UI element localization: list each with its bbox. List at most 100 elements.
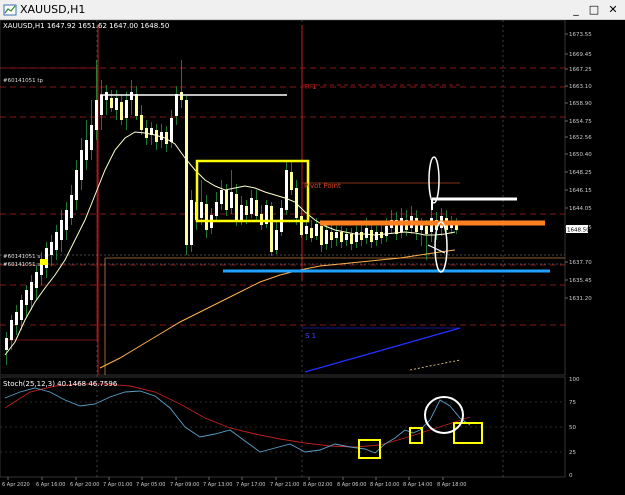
candle-body <box>290 172 293 190</box>
osc-label: 75 <box>569 400 576 406</box>
time-label: 8 Apr 10:00 <box>370 482 399 488</box>
candle-body <box>35 272 38 288</box>
minimize-button[interactable]: _ <box>568 2 584 18</box>
candle-body <box>455 225 458 230</box>
price-label: 1652.56 <box>569 135 592 141</box>
candle-body <box>30 282 33 300</box>
candle-body <box>235 194 238 220</box>
price-label: 1667.25 <box>569 67 592 73</box>
candle-body <box>335 232 338 238</box>
time-label: 6 Apr 20:00 <box>70 482 99 488</box>
close-button[interactable]: ✕ <box>605 2 621 18</box>
candle-body <box>325 230 328 244</box>
candle-body <box>130 92 133 100</box>
candle-body <box>260 214 263 225</box>
candle-body <box>60 220 63 240</box>
price-label: 1646.15 <box>569 188 592 194</box>
time-label: 8 Apr 06:00 <box>337 482 366 488</box>
candle-body <box>330 232 333 240</box>
candle-body <box>360 232 363 240</box>
candle-body <box>225 190 228 210</box>
candle-body <box>425 226 428 234</box>
candle-body <box>300 216 303 235</box>
r1-label: R 1 <box>305 83 317 91</box>
candle-body <box>255 200 258 216</box>
candle-body <box>80 150 83 180</box>
time-label: 8 Apr 02:00 <box>303 482 332 488</box>
price-axis: 1673.55 1669.45 1667.25 1663.10 1658.90 1654.… <box>565 32 592 302</box>
candle-body <box>65 210 68 230</box>
price-label: 1637.70 <box>569 260 592 266</box>
candle-body <box>310 228 313 238</box>
price-label: 1631.20 <box>569 296 592 302</box>
candle-body <box>100 95 103 115</box>
candle-body <box>305 226 308 234</box>
time-label: 7 Apr 09:00 <box>170 482 199 488</box>
candle-body <box>75 170 78 200</box>
price-chart[interactable]: R 1 Pivot Point S 1 #60141051 tp #601410… <box>0 19 625 491</box>
time-label: 8 Apr 14:00 <box>403 482 432 488</box>
order-label[interactable]: #60141051 s <box>3 254 40 260</box>
candle-body <box>55 232 58 250</box>
candle-body <box>105 92 108 100</box>
osc-label: 0 <box>569 473 573 479</box>
candle-body <box>250 198 253 214</box>
oscillator-axis: 100 75 50 25 0 <box>569 377 580 479</box>
candle-body <box>185 100 188 245</box>
candle-body <box>285 170 288 210</box>
time-axis: 6 Apr 2020 6 Apr 16:00 6 Apr 20:00 7 Apr 01… <box>2 477 466 488</box>
time-label: 7 Apr 13:00 <box>203 482 232 488</box>
candle-body <box>365 228 368 238</box>
osc-label: 25 <box>569 450 576 456</box>
chart-window-icon <box>3 4 17 16</box>
order-label[interactable]: #60141051 s <box>3 262 40 268</box>
candle-body <box>115 98 118 110</box>
candle-body <box>200 202 203 218</box>
price-label: 1648.25 <box>569 170 592 176</box>
time-label: 6 Apr 16:00 <box>36 482 65 488</box>
candle-body <box>85 140 88 160</box>
price-label: 1654.75 <box>569 119 592 125</box>
pivot-label: Pivot Point <box>304 182 341 190</box>
price-label: 1663.10 <box>569 84 592 90</box>
candle-body <box>135 94 138 116</box>
candle-body <box>70 195 73 218</box>
candle-body <box>245 206 248 215</box>
candle-body <box>230 192 233 208</box>
price-label: 1650.40 <box>569 152 592 158</box>
candle-body <box>15 312 18 325</box>
symbol-header: XAUUSD,H1 1647.92 1651.62 1647.00 1648.5… <box>3 22 170 30</box>
candle-body <box>375 232 378 240</box>
candle-body <box>120 102 123 120</box>
candle-body <box>95 100 98 130</box>
osc-label: 100 <box>569 377 580 383</box>
candle-body <box>50 242 53 255</box>
candle-body <box>220 190 223 204</box>
candle-body <box>20 300 23 320</box>
time-label: 7 Apr 01:00 <box>103 482 132 488</box>
candle-body <box>215 202 218 216</box>
order-label[interactable]: #60141051 tp <box>3 78 44 84</box>
time-label: 7 Apr 21:00 <box>270 482 299 488</box>
time-label: 8 Apr 18:00 <box>437 482 466 488</box>
candle-body <box>350 234 353 244</box>
osc-label: 50 <box>569 425 576 431</box>
candle-body <box>370 230 373 242</box>
time-label: 7 Apr 05:00 <box>136 482 165 488</box>
candle-body <box>25 290 28 305</box>
maximize-button[interactable]: □ <box>586 2 602 18</box>
price-label: 1669.45 <box>569 52 592 58</box>
candle-body <box>10 320 13 340</box>
current-price-label: 1648.50 <box>567 228 590 234</box>
price-label: 1635.45 <box>569 278 592 284</box>
candle-body <box>205 204 208 230</box>
window-title: XAUUSD,H1 <box>20 3 86 16</box>
chart-area[interactable]: R 1 Pivot Point S 1 #60141051 tp #601410… <box>0 19 625 491</box>
candle-body <box>190 200 193 245</box>
window-titlebar: XAUUSD,H1 _ □ ✕ <box>0 0 625 20</box>
candle-body <box>345 234 348 240</box>
candle-body <box>270 206 273 252</box>
candle-body <box>340 232 343 242</box>
candle-body <box>170 118 173 142</box>
candle-body <box>110 98 113 108</box>
